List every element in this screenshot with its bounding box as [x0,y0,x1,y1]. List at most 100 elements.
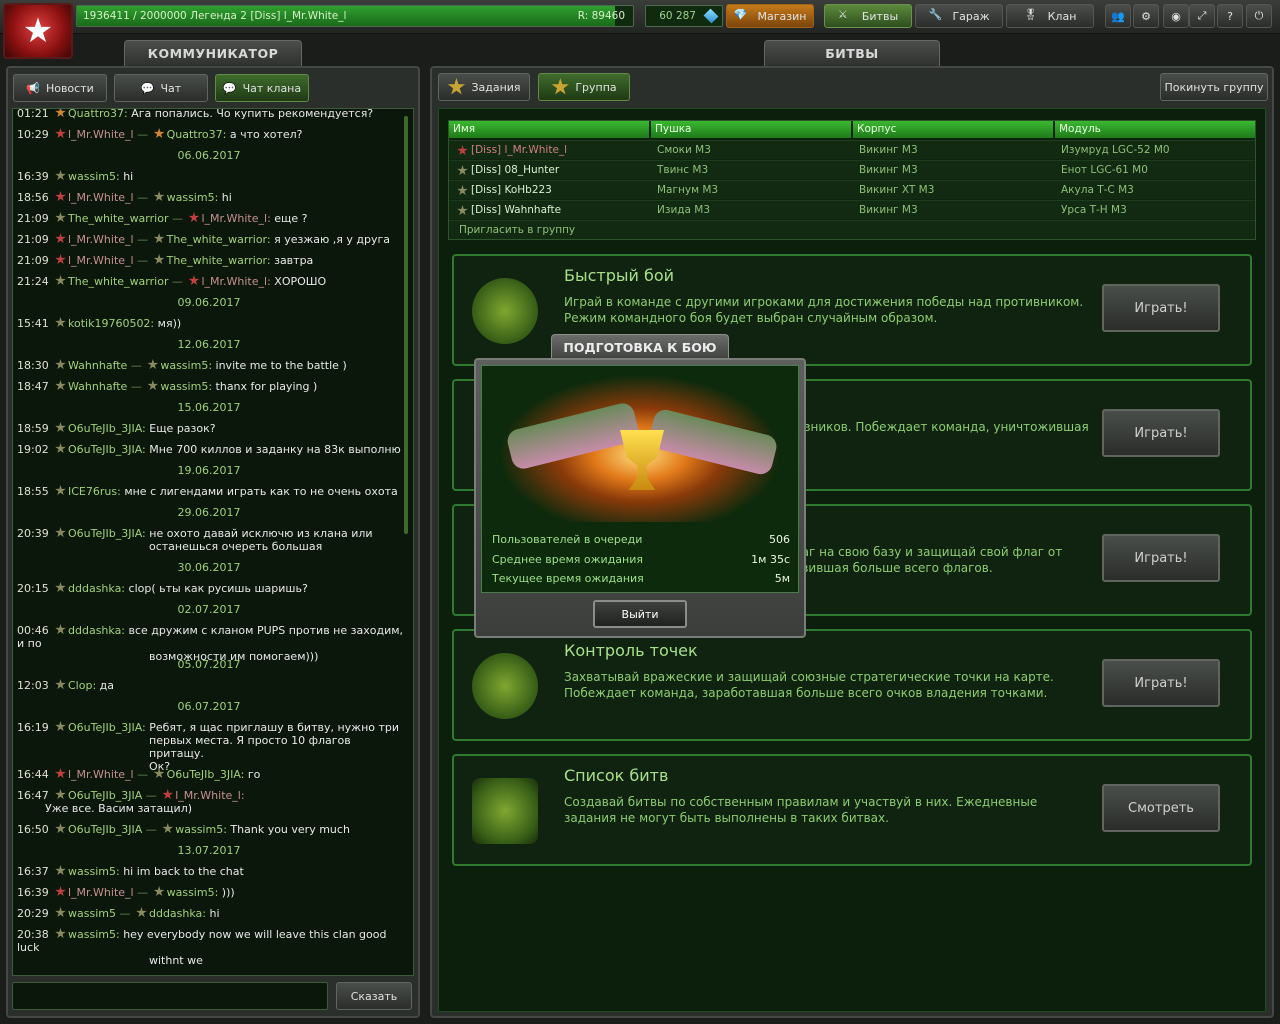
fullscreen-icon[interactable]: ⤢ [1189,4,1215,28]
chat-author[interactable]: wassim5: [68,170,120,183]
chat-author[interactable]: wassim5: [68,865,120,878]
chat-recipient[interactable]: wassim5: [160,380,212,393]
clan-button[interactable]: 🎖 Клан [1006,4,1094,28]
exit-button[interactable]: Выйти [593,600,687,628]
play-button[interactable]: Играть! [1102,659,1220,707]
chat-author[interactable]: Quattro37: [68,109,128,120]
group-table: Имя Пушка Корпус Модуль [Diss] l_Mr.White_l С… [448,120,1256,240]
table-row[interactable]: [Diss] KoHb223 Магнум М3 Викинг XT М3 Акула… [449,180,1255,199]
chat-scrollbar[interactable] [404,116,408,534]
rank-star-icon [55,443,66,454]
play-button[interactable]: Играть! [1102,284,1220,332]
table-row[interactable]: [Diss] l_Mr.White_l Смоки М3 Викинг М3 Изум… [449,140,1255,159]
chat-author[interactable]: kotik19760502: [68,317,154,330]
chat-text: Еще разок? [149,422,216,435]
invite-row[interactable]: Пригласить в группу [449,220,1255,239]
invite-link[interactable]: Пригласить в группу [455,221,755,240]
table-cell: Изумруд LGC-52 M0 [1061,144,1170,156]
leave-group-button[interactable]: Покинуть группу [1160,73,1268,101]
chat-recipient[interactable]: Quattro37: [167,128,227,141]
chat-recipient[interactable]: The_white_warrior: [167,233,271,246]
chat-author[interactable]: l_Mr.White_l [68,191,134,204]
chat-time: 00:46 [17,624,49,637]
group-label: Группа [575,80,617,94]
chat-recipient[interactable]: wassim5: [167,886,219,899]
view-button[interactable]: Смотреть [1102,784,1220,832]
chat-button[interactable]: 💬 Чат [114,74,208,102]
chat-author[interactable]: dddashka: [68,624,125,637]
play-button[interactable]: Играть! [1102,409,1220,457]
tasks-button[interactable]: Задания [438,73,530,101]
chat-recipient[interactable]: wassim5: [167,191,219,204]
chat-author[interactable]: wassim5 [68,907,116,920]
garage-button[interactable]: 🔧 Гараж [915,4,1003,28]
chat-author[interactable]: l_Mr.White_l [68,886,134,899]
chat-message: 10:29 l_Mr.White_l — Quattro37: а что хот… [17,128,409,141]
chat-author[interactable]: dddashka: [68,582,125,595]
clan-chat-button[interactable]: 💬 Чат клана [215,74,309,102]
chat-author[interactable]: O6uTeJIb_3JIA: [68,721,146,734]
exit-icon[interactable]: ⏻ [1246,4,1272,28]
chat-message: 18:47 Wahnhafte — wassim5: thanx for play… [17,380,409,393]
battles-label: Битвы [861,9,899,23]
gear-icon[interactable]: ⚙ [1133,4,1159,28]
chat-time: 20:15 [17,582,49,595]
table-header[interactable]: Корпус [853,121,1053,138]
play-button[interactable]: Играть! [1102,534,1220,582]
chat-recipient[interactable]: l_Mr.White_l: [175,789,244,802]
chat-author[interactable]: l_Mr.White_l [68,254,134,267]
chat-recipient[interactable]: dddashka: [149,907,206,920]
chat-author[interactable]: The_white_warrior [68,275,168,288]
chat-author[interactable]: ICE76rus: [68,485,121,498]
chat-author[interactable]: O6uTeJIb_3JIA: [68,443,146,456]
help-button[interactable]: ? [1217,4,1243,28]
chat-author[interactable]: wassim5: [68,928,120,941]
battles-button[interactable]: ⚔ Битвы [824,4,912,28]
table-header[interactable]: Имя [449,121,649,138]
say-button[interactable]: Сказать [336,982,412,1010]
chat-author[interactable]: O6uTeJIb_3JIA: [68,422,146,435]
chat-author[interactable]: Wahnhafte [68,380,127,393]
chat-separator: — [142,823,161,836]
chat-author[interactable]: Clop: [68,679,96,692]
chat-recipient[interactable]: wassim5: [175,823,227,836]
players-icon[interactable]: 👥 [1105,4,1131,28]
chat-input[interactable] [12,982,328,1010]
chat-recipient[interactable]: wassim5: [160,359,212,372]
chat-date-separator: 02.07.2017 [177,603,241,616]
shop-button[interactable]: 💎 Магазин [726,4,814,28]
table-row[interactable]: [Diss] 08_Hunter Твинс М3 Викинг М3 Енот LG… [449,160,1255,179]
news-button[interactable]: 📢 Новости [13,74,107,102]
rank-star-icon [55,679,66,690]
table-header[interactable]: Модуль [1055,121,1255,138]
chat-author[interactable]: l_Mr.White_l [68,768,134,781]
chat-author[interactable]: l_Mr.White_l [68,233,134,246]
chat-recipient[interactable]: O6uTeJIb_3JIA: [167,768,245,781]
chat-author[interactable]: Wahnhafte [68,359,127,372]
chat-author[interactable]: O6uTeJIb_3JIA [68,823,142,836]
chat-message: 21:09 l_Mr.White_l — The_white_warrior: з… [17,254,409,267]
chat-author[interactable]: The_white_warrior [68,212,168,225]
chat-recipient[interactable]: l_Mr.White_l: [201,212,270,225]
chat-author[interactable]: l_Mr.White_l [68,128,134,141]
chat-recipient[interactable]: l_Mr.White_l: [201,275,270,288]
mode-title: Быстрый бой [564,266,675,285]
chat-text: invite me to the battle ) [215,359,347,372]
chat-author[interactable]: O6uTeJIb_3JIA: [68,527,146,540]
sound-icon[interactable]: ◉ [1163,4,1189,28]
chat-message: 16:39 l_Mr.White_l — wassim5: ))) [17,886,409,899]
chat-author[interactable]: O6uTeJIb_3JIA [68,789,142,802]
communicator-tab[interactable]: КОММУНИКАТОР [124,40,302,66]
chat-recipient[interactable]: The_white_warrior: [167,254,271,267]
chat-text: мя)) [157,317,182,330]
chat-message: 15:41 kotik19760502: мя)) [17,317,409,330]
battles-tab[interactable]: БИТВЫ [764,40,940,66]
table-header[interactable]: Пушка [651,121,851,138]
mode-desc: Играй в команде с другими игроками для д… [564,295,1084,325]
chat-log[interactable]: 01:21 Quattro37: Ага попались. Чо купить … [12,108,414,976]
table-row[interactable]: [Diss] Wahnhafte Изида М3 Викинг М3 Урса Т-… [449,200,1255,219]
group-button[interactable]: Группа [538,73,630,101]
table-cell: Енот LGC-61 M0 [1061,164,1148,176]
chat-time: 18:30 [17,359,49,372]
chat-time: 20:38 [17,928,49,941]
